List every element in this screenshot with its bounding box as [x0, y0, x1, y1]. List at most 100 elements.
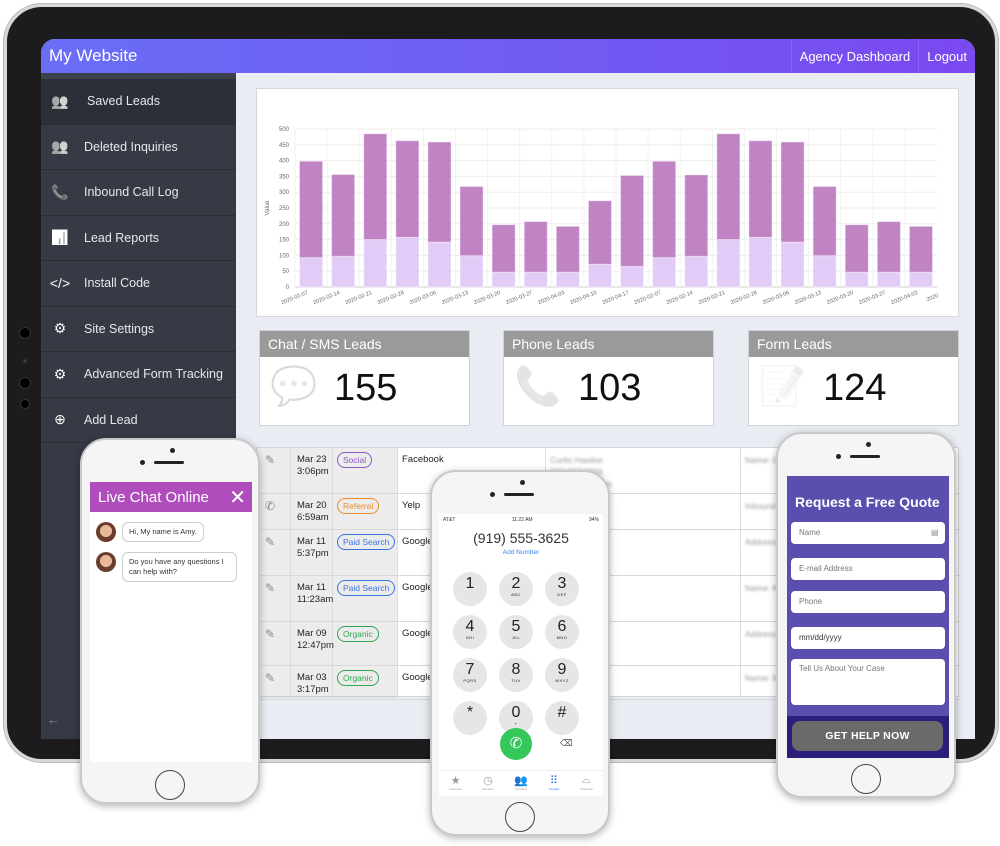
bar-upper	[427, 141, 452, 243]
bar-lower	[844, 271, 869, 288]
x-tick-label: 2020-03-27	[505, 290, 533, 306]
get-help-now-button[interactable]: GET HELP NOW	[792, 721, 943, 751]
chat-bubbles-icon: 💬	[270, 366, 318, 408]
bar-lower	[395, 236, 420, 288]
chat-bubble: Do you have any questions I can help wit…	[122, 552, 237, 582]
add-number-link[interactable]: Add Number	[439, 549, 603, 556]
case-textarea[interactable]: Tell Us About Your Case	[791, 659, 945, 705]
incoming-call-icon: 📞	[51, 183, 69, 200]
bar-lower	[298, 257, 324, 288]
close-icon[interactable]: ✕	[229, 485, 252, 510]
channel-badge: Organic	[337, 626, 379, 642]
form-leads-card[interactable]: Form Leads 📝 124	[748, 330, 959, 426]
home-button[interactable]	[505, 802, 535, 832]
x-tick-label: 2020-02-14	[666, 290, 694, 306]
leads-chart-card: 0 50 100 150 200 250 300 350 400 450 500 Value 2020-…	[256, 88, 959, 317]
keypad-key[interactable]: 2 ABC	[499, 572, 533, 606]
sidebar-item-inbound-call-log[interactable]: 📞 Inbound Call Log	[41, 170, 236, 216]
tab-keypad[interactable]: ⠿ Keypad	[549, 771, 559, 796]
tab-voicemail[interactable]: ⌓ Voicemail	[580, 771, 593, 796]
phone-input[interactable]: Phone	[791, 591, 945, 613]
sidebar-item-site-settings[interactable]: ⚙ Site Settings	[41, 307, 236, 352]
stat-title: Phone Leads	[504, 331, 713, 357]
keypad-key[interactable]: #	[545, 701, 579, 735]
form-icon: ✎	[265, 581, 276, 595]
chat-title: Live Chat Online	[98, 488, 209, 506]
chat-message: Do you have any questions I can help wit…	[96, 552, 252, 582]
sidebar-item-deleted-inquiries[interactable]: 👥 Deleted Inquiries	[41, 125, 236, 170]
sidebar-item-label: Deleted Inquiries	[84, 139, 178, 154]
bar-upper	[523, 221, 548, 273]
bar-upper	[748, 140, 773, 238]
logout-link[interactable]: Logout	[918, 39, 975, 73]
phone-leads-card[interactable]: Phone Leads 📞 103	[503, 330, 714, 426]
x-tick-label: 2020-02-07	[280, 290, 308, 306]
keypad-key[interactable]: *	[453, 701, 487, 735]
x-tick-label: 2020-04-10	[569, 290, 597, 306]
brand-title[interactable]: My Website	[41, 46, 791, 66]
keypad-key[interactable]: 6 MNO	[545, 615, 579, 649]
tablet-camera	[19, 327, 31, 339]
agency-dashboard-link[interactable]: Agency Dashboard	[790, 39, 919, 73]
lead-source: Facebook	[402, 454, 444, 465]
keypad-key[interactable]: 1	[453, 572, 487, 606]
keypad-key[interactable]: 9 WXYZ	[545, 658, 579, 692]
y-tick-label: 400	[279, 159, 290, 165]
sidebar-item-label: Site Settings	[84, 321, 155, 336]
home-button[interactable]	[851, 764, 881, 794]
tab-contacts[interactable]: 👥 Contacts	[514, 771, 528, 796]
code-icon: </>	[49, 275, 71, 292]
email-input[interactable]: E-mail Address	[791, 558, 945, 580]
users-icon: 👥	[51, 92, 69, 109]
name-input[interactable]: Name	[791, 522, 945, 544]
sidebar-item-install-code[interactable]: </> Install Code	[41, 261, 236, 307]
status-bar: AT&T 11:22 AM 94%	[443, 517, 599, 523]
keypad-key[interactable]: 7 PQRS	[453, 658, 487, 692]
date-input[interactable]: mm/dd/yyyy	[791, 627, 945, 649]
sidebar-item-add-lead[interactable]: ⊕ Add Lead	[41, 398, 236, 443]
chat-sms-leads-card[interactable]: Chat / SMS Leads 💬 155	[259, 330, 470, 426]
bar-upper	[716, 133, 741, 241]
sidebar-item-label: Add Lead	[84, 412, 138, 427]
x-tick-label: 2020-02-21	[345, 290, 373, 306]
channel-badge: Organic	[337, 670, 379, 686]
bar-lower	[491, 271, 516, 288]
bar-lower	[780, 241, 805, 288]
sidebar-item-label: Saved Leads	[87, 94, 160, 109]
home-button[interactable]	[155, 770, 185, 800]
call-button[interactable]: ✆	[500, 728, 532, 760]
sidebar-item-lead-reports[interactable]: 📊 Lead Reports	[41, 216, 236, 261]
form-icon: ✎	[265, 453, 276, 467]
incoming-call-icon: 📞	[514, 366, 562, 408]
sidebar-item-advanced-form-tracking[interactable]: ⚙ Advanced Form Tracking	[41, 352, 236, 398]
bar-lower	[459, 255, 484, 288]
tab-favorites[interactable]: ★ Favorites	[449, 771, 461, 796]
tablet-sensor	[23, 359, 27, 363]
collapse-sidebar-icon[interactable]: ←	[47, 712, 60, 727]
bar-upper	[844, 224, 869, 273]
phone-icon: ✆	[509, 735, 523, 752]
lead-datetime: Mar 23 3:06pm	[297, 454, 329, 477]
lead-source: Google	[402, 672, 433, 683]
form-title: Request a Free Quote	[795, 494, 940, 510]
bar-upper	[587, 200, 613, 265]
keypad-key[interactable]: 5 JKL	[499, 615, 533, 649]
keypad-key[interactable]: 8 TUV	[499, 658, 533, 692]
x-tick-label: 2020-03-20	[826, 290, 854, 306]
bar-lower	[587, 263, 613, 288]
channel-badge: Paid Search	[337, 534, 396, 550]
bar-chart-icon: 📊	[51, 229, 69, 246]
plus-circle-icon: ⊕	[54, 411, 66, 428]
dialer-phone-mockup: AT&T 11:22 AM 94% (919) 555-3625 Add Num…	[430, 470, 610, 836]
keypad-key[interactable]: 4 GHI	[453, 615, 487, 649]
channel-badge: Referral	[337, 498, 380, 514]
sidebar-item-saved-leads[interactable]: 👥 Saved Leads	[41, 79, 236, 125]
keypad-key[interactable]: 3 DEF	[545, 572, 579, 606]
bar-upper	[652, 160, 677, 259]
bar-lower	[908, 271, 934, 288]
lead-datetime: Mar 20 6:59am	[297, 500, 329, 523]
tab-recents[interactable]: ◷ Recents	[483, 771, 494, 796]
bar-upper	[395, 140, 420, 238]
lead-source: Yelp	[402, 500, 421, 511]
delete-digit-icon[interactable]: ⌫	[560, 738, 573, 749]
